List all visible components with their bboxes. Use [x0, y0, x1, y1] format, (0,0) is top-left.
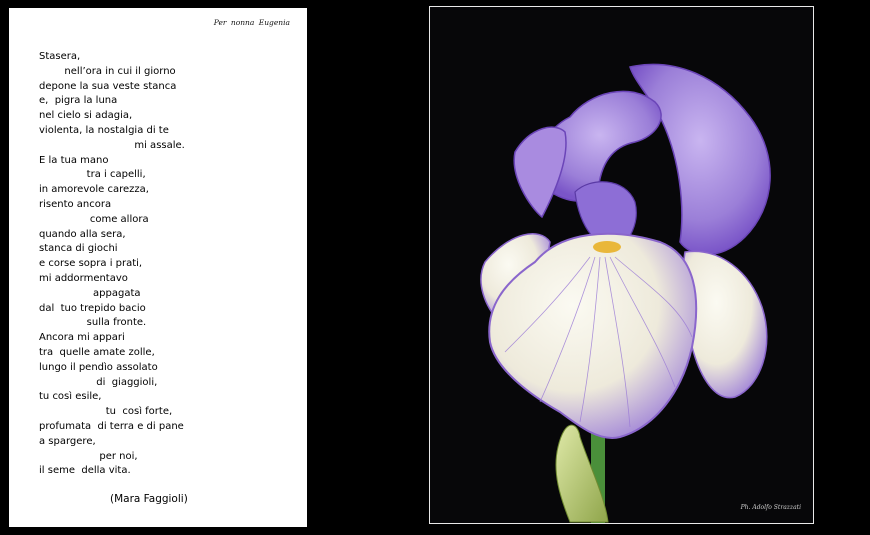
iris-beard: [593, 241, 621, 253]
poem-line: risento ancora: [39, 198, 112, 210]
poem-line: tra quelle amate zolle,: [39, 346, 155, 358]
poem-line: di giaggioli,: [39, 376, 158, 388]
poem-line: tra i capelli,: [39, 169, 146, 181]
poem-line: E la tua mano: [39, 154, 109, 166]
poem-line: stanca di giochi: [39, 243, 118, 255]
photo-credit: Ph. Adolfo Strazzati: [740, 504, 801, 511]
iris-illustration: [480, 63, 771, 523]
iris-photo: Ph. Adolfo Strazzati: [429, 6, 814, 524]
poem-line: dal tuo trepido bacio: [39, 302, 146, 314]
poem-line: sulla fronte.: [39, 317, 147, 329]
poem-line: Stasera,: [39, 51, 81, 62]
poem-line: depone la sua veste stanca: [39, 80, 177, 92]
poem-page: Per nonna Eugenia Stasera, nell’ora in c…: [9, 8, 307, 527]
poem-line: lungo il pendìo assolato: [39, 361, 158, 373]
poem-line: mi addormentavo: [39, 272, 128, 284]
poem-line: e, pigra la luna: [39, 95, 118, 107]
poem-line: in amorevole carezza,: [39, 184, 149, 196]
poem-line: appagata: [39, 287, 141, 299]
dedication: Per nonna Eugenia: [213, 18, 290, 27]
poem-line: nel cielo si adagia,: [39, 110, 133, 122]
poem-line: quando alla sera,: [39, 228, 126, 240]
poem-text: Stasera, nell’ora in cui il giorno depone…: [39, 50, 299, 479]
poem-line: il seme della vita.: [39, 465, 131, 477]
poem-line: tu così forte,: [39, 406, 173, 418]
poem-line: tu così esile,: [39, 391, 102, 403]
iris-standard-back: [513, 126, 567, 219]
poem-line: come allora: [39, 213, 149, 225]
poem-author: (Mara Faggioli): [110, 493, 188, 505]
poem-line: violenta, la nostalgia di te: [39, 124, 169, 136]
poem-line: per noi,: [39, 450, 138, 462]
poem-line: profumata di terra e di pane: [39, 420, 184, 432]
poem-line: nell’ora in cui il giorno: [39, 65, 176, 77]
poem-line: a spargere,: [39, 435, 96, 447]
poem-line: Ancora mi appari: [39, 332, 125, 344]
poem-line: e corse sopra i prati,: [39, 258, 143, 270]
poem-line: mi assale.: [39, 139, 185, 151]
iris-standard-right: [629, 63, 771, 256]
